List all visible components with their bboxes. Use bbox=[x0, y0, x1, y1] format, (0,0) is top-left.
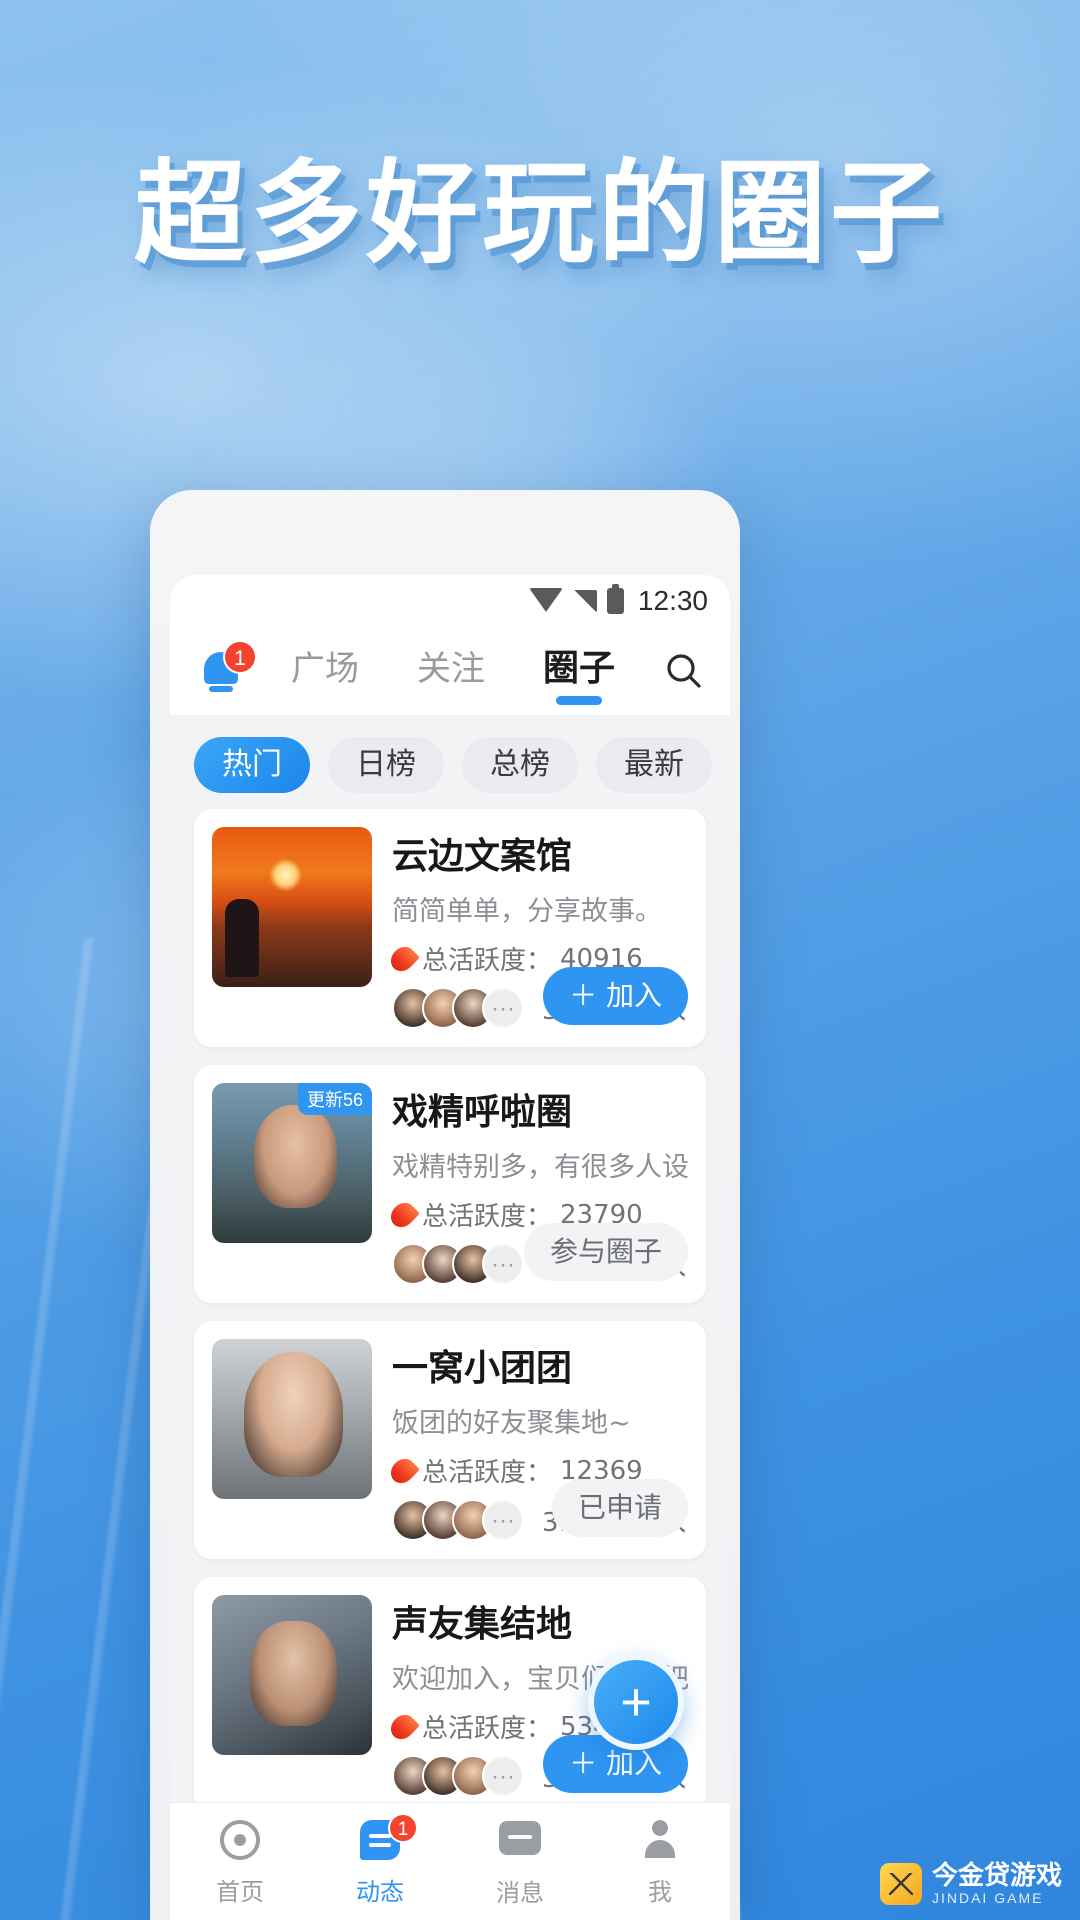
activity-label: 总活跃度： bbox=[422, 946, 553, 976]
bottom-nav-item-dynamic[interactable]: 1 动态 bbox=[310, 1812, 450, 1907]
home-icon bbox=[217, 1819, 263, 1866]
circle-title: 一窝小团团 bbox=[392, 1348, 573, 1389]
create-post-fab[interactable]: + bbox=[588, 1654, 684, 1750]
circle-thumbnail bbox=[212, 827, 372, 987]
activity-label: 总活跃度： bbox=[422, 1202, 553, 1232]
bottom-nav-item-profile[interactable]: 我 bbox=[590, 1816, 730, 1907]
bottom-nav-label: 首页 bbox=[216, 1877, 264, 1906]
top-nav: 1 广场 关注 圈子 bbox=[170, 627, 730, 715]
circle-thumbnail bbox=[212, 1595, 372, 1755]
tab-quanzi[interactable]: 圈子 bbox=[543, 639, 615, 703]
circle-description: 戏精特别多，有很多人设 bbox=[392, 1152, 688, 1183]
more-avatars-icon: ··· bbox=[482, 1755, 524, 1797]
circle-info: 戏精呼啦圈 戏精特别多，有很多人设 总活跃度： 23790 ··· 参与圈子 bbox=[386, 1083, 688, 1285]
signal-icon bbox=[572, 590, 597, 612]
battery-icon bbox=[606, 584, 624, 614]
phone-screen: 12:30 1 广场 关注 圈子 热门 日榜 总榜 最新 云边文案馆 简简单单，… bbox=[170, 575, 730, 1920]
message-icon bbox=[497, 1821, 543, 1867]
member-avatars bbox=[392, 1243, 494, 1285]
watermark-main: 今金贷游戏 bbox=[931, 1861, 1062, 1892]
list-item[interactable]: 更新56 戏精呼啦圈 戏精特别多，有很多人设 总活跃度： 23790 ··· 参… bbox=[194, 1065, 706, 1303]
circle-thumbnail bbox=[212, 1339, 372, 1499]
fire-icon bbox=[386, 1709, 420, 1744]
status-bar: 12:30 bbox=[170, 575, 730, 627]
bottom-nav-label: 动态 bbox=[356, 1877, 404, 1906]
list-item[interactable]: 一窝小团团 饭团的好友聚集地~ 总活跃度： 12369 ··· 已申请 bbox=[194, 1321, 706, 1559]
circle-title: 戏精呼啦圈 bbox=[392, 1092, 573, 1133]
bottom-nav-label: 我 bbox=[648, 1878, 672, 1906]
tab-guanzhu[interactable]: 关注 bbox=[417, 641, 485, 702]
filter-chip-row: 热门 日榜 总榜 最新 bbox=[170, 715, 730, 809]
watermark-sub: JINDAI GAME bbox=[931, 1889, 1044, 1906]
watermark-text: 今金贷游戏 JINDAI GAME bbox=[932, 1862, 1062, 1906]
join-button[interactable]: ＋ 加入 bbox=[543, 967, 688, 1025]
fire-icon bbox=[386, 1453, 420, 1488]
thumbnail-image bbox=[212, 1339, 372, 1499]
more-avatars-icon: ··· bbox=[482, 1243, 524, 1285]
search-icon bbox=[667, 654, 701, 688]
notification-bell-button[interactable]: 1 bbox=[196, 640, 258, 702]
watermark-logo-icon bbox=[879, 1863, 922, 1905]
status-bar-time: 12:30 bbox=[637, 585, 708, 616]
member-avatars bbox=[392, 1755, 494, 1797]
list-item[interactable]: 云边文案馆 简简单单，分享故事。 总活跃度： 40916 ··· ＋ 加入 bbox=[194, 809, 706, 1047]
bottom-nav-item-messages[interactable]: 消息 bbox=[450, 1815, 590, 1908]
chip-zuixin[interactable]: 最新 bbox=[596, 737, 712, 793]
bottom-nav-label: 消息 bbox=[496, 1879, 544, 1907]
nav-tabs: 广场 关注 圈子 bbox=[258, 639, 648, 703]
circle-description: 饭团的好友聚集地~ bbox=[392, 1408, 631, 1439]
circle-description: 简简单单，分享故事。 bbox=[392, 896, 662, 927]
fire-icon bbox=[386, 1197, 420, 1232]
chip-zongbang[interactable]: 总榜 bbox=[462, 737, 578, 793]
thumbnail-image bbox=[212, 1595, 372, 1755]
search-button[interactable] bbox=[648, 651, 704, 691]
bottom-nav: 首页 1 动态 消息 我 bbox=[170, 1802, 730, 1920]
page-title: 超多好玩的圈子 bbox=[134, 149, 946, 279]
more-avatars-icon: ··· bbox=[482, 1499, 524, 1541]
fire-icon bbox=[386, 941, 420, 976]
bottom-nav-item-home[interactable]: 首页 bbox=[170, 1817, 310, 1907]
watermark: 今金贷游戏 JINDAI GAME bbox=[879, 1862, 1062, 1906]
update-badge: 更新56 bbox=[297, 1083, 372, 1115]
circle-info: 一窝小团团 饭团的好友聚集地~ 总活跃度： 12369 ··· 已申请 bbox=[386, 1339, 688, 1541]
activity-label: 总活跃度： bbox=[422, 1714, 553, 1744]
dynamic-badge: 1 bbox=[388, 1812, 418, 1843]
join-button[interactable]: 已申请 bbox=[551, 1479, 688, 1537]
thumbnail-image bbox=[212, 827, 372, 987]
chip-remen[interactable]: 热门 bbox=[194, 737, 310, 793]
wifi-icon bbox=[528, 588, 563, 612]
circle-info: 云边文案馆 简简单单，分享故事。 总活跃度： 40916 ··· ＋ 加入 bbox=[386, 827, 688, 1029]
chip-ribang[interactable]: 日榜 bbox=[328, 737, 444, 793]
phone-mockup: 12:30 1 广场 关注 圈子 热门 日榜 总榜 最新 云边文案馆 简简单单，… bbox=[150, 490, 740, 1920]
profile-icon bbox=[637, 1820, 683, 1866]
circle-title: 云边文案馆 bbox=[392, 836, 573, 877]
join-button[interactable]: 参与圈子 bbox=[523, 1223, 688, 1281]
more-avatars-icon: ··· bbox=[482, 987, 524, 1029]
circle-thumbnail: 更新56 bbox=[212, 1083, 372, 1243]
member-avatars bbox=[392, 1499, 494, 1541]
notification-badge: 1 bbox=[223, 640, 257, 674]
tab-guangchang[interactable]: 广场 bbox=[291, 641, 359, 702]
activity-label: 总活跃度： bbox=[422, 1458, 553, 1488]
circle-title: 声友集结地 bbox=[392, 1604, 573, 1645]
member-avatars bbox=[392, 987, 494, 1029]
